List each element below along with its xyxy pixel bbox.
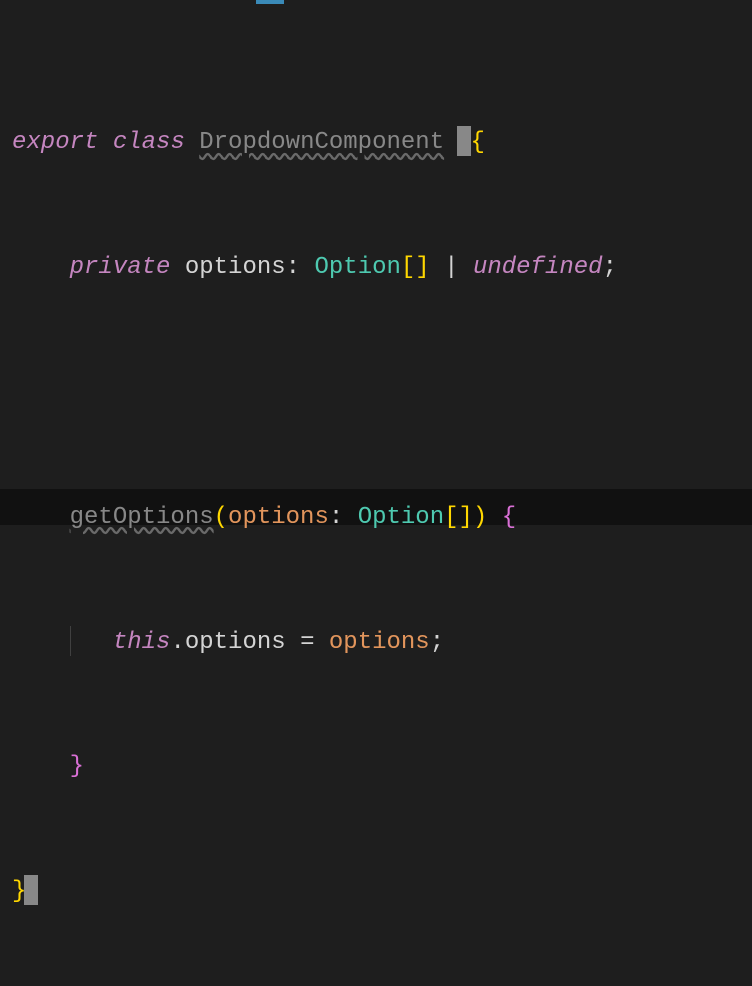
cursor-indicator xyxy=(457,126,471,156)
param-ref: options xyxy=(329,629,430,656)
keyword-export: export xyxy=(12,129,98,156)
equals: = xyxy=(300,629,314,656)
union-pipe: | xyxy=(444,254,458,281)
colon: : xyxy=(286,254,300,281)
cursor-indicator xyxy=(24,875,38,905)
type-option: Option xyxy=(314,254,400,281)
code-line-2[interactable]: private options: Option[] | undefined; xyxy=(12,237,752,299)
keyword-class: class xyxy=(113,129,185,156)
code-line-4[interactable]: this.options = options; xyxy=(12,612,752,674)
class-identifier: DropdownComponent xyxy=(199,129,444,156)
semicolon: ; xyxy=(430,629,444,656)
array-brackets: [] xyxy=(444,504,473,531)
type-option: Option xyxy=(358,504,444,531)
property-name: options xyxy=(185,629,286,656)
code-line-3[interactable]: getOptions(options: Option[]) { xyxy=(12,487,752,549)
close-brace: } xyxy=(70,753,84,780)
colon: : xyxy=(329,504,343,531)
code-line-5[interactable]: } xyxy=(12,736,752,798)
indent-guide xyxy=(70,626,71,656)
code-line-blank[interactable] xyxy=(12,362,752,424)
keyword-this: this xyxy=(113,629,171,656)
semicolon: ; xyxy=(603,254,617,281)
param-name: options xyxy=(228,504,329,531)
open-brace: { xyxy=(471,129,485,156)
open-brace: { xyxy=(502,504,516,531)
close-paren: ) xyxy=(473,504,487,531)
keyword-undefined: undefined xyxy=(473,254,603,281)
keyword-private: private xyxy=(70,254,171,281)
code-line-6[interactable]: } xyxy=(12,861,752,923)
array-brackets: [] xyxy=(401,254,430,281)
method-identifier: getOptions xyxy=(70,504,214,531)
open-paren: ( xyxy=(214,504,228,531)
code-editor[interactable]: export class DropdownComponent { private… xyxy=(0,0,752,986)
dot: . xyxy=(170,629,184,656)
code-line-1[interactable]: export class DropdownComponent { xyxy=(12,112,752,174)
property-name: options xyxy=(185,254,286,281)
